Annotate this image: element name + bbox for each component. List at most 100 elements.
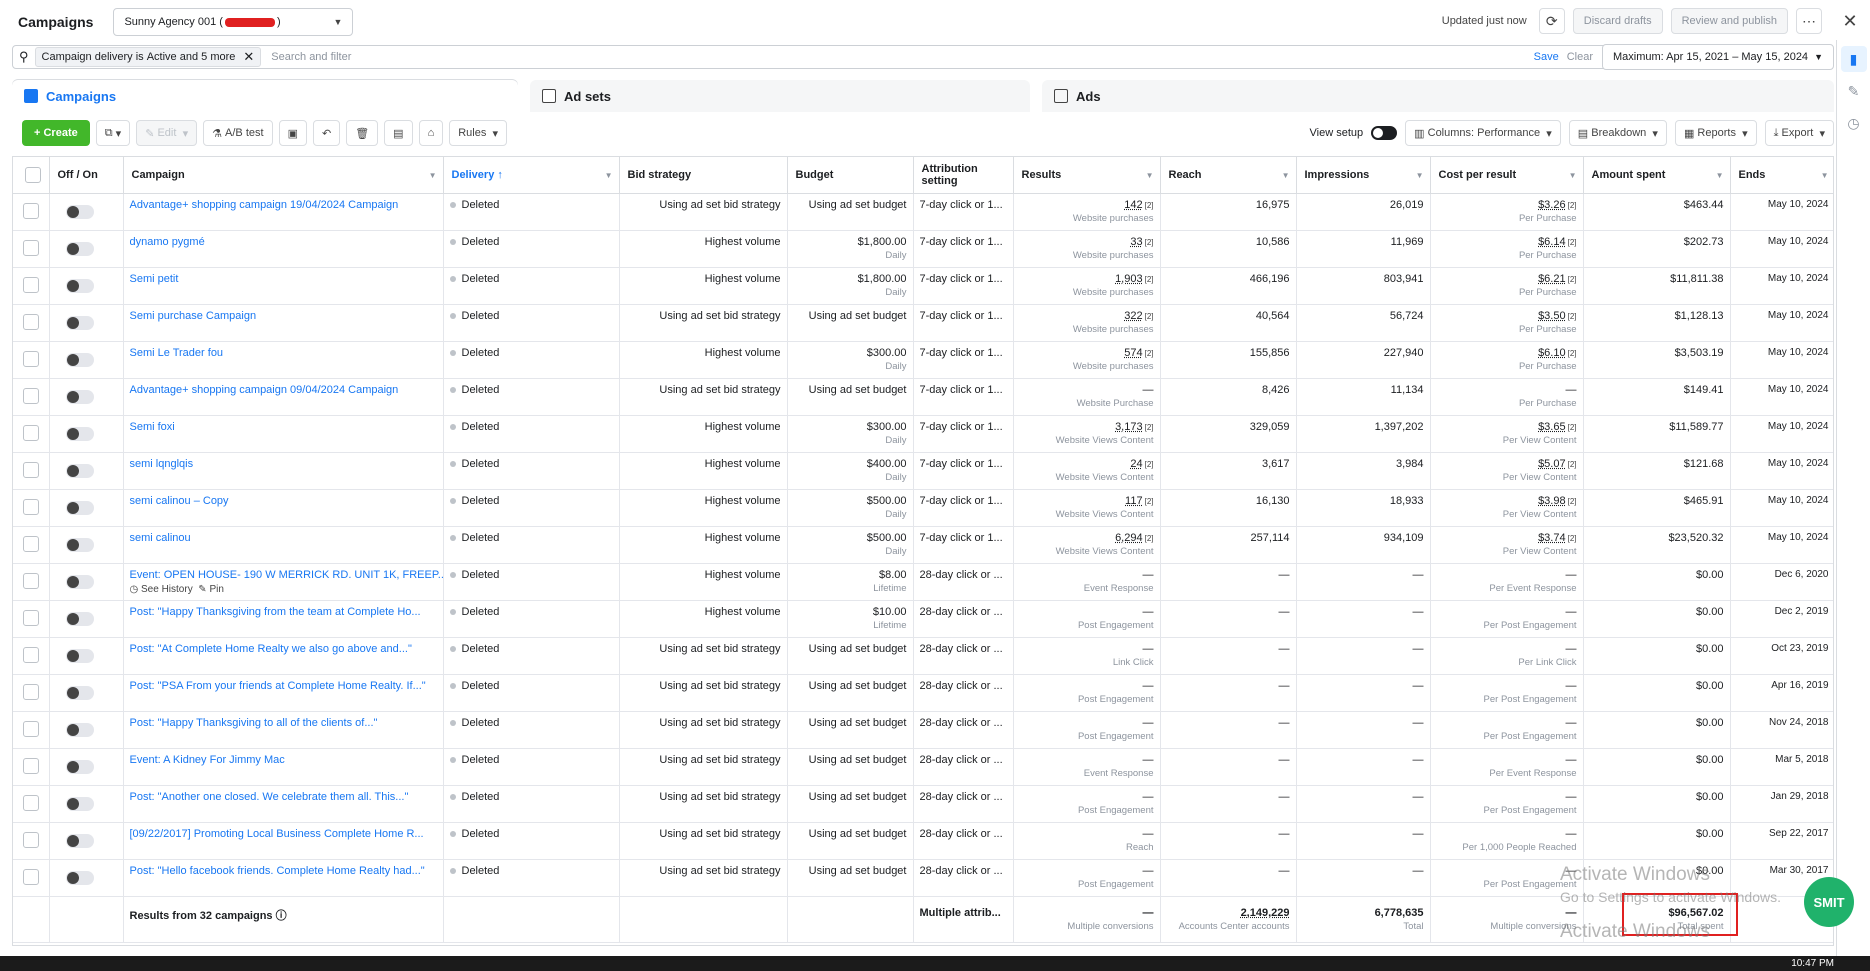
campaign-name-link[interactable]: [09/22/2017] Promoting Local Business Co… [130,828,437,840]
row-checkbox[interactable] [23,350,39,367]
header-reach[interactable]: Reach ▼ [1160,157,1297,194]
campaign-name-link[interactable]: semi calinou [130,532,437,544]
campaign-toggle[interactable] [65,870,94,885]
campaign-toggle[interactable] [65,611,94,626]
campaign-name-link[interactable]: dynamo pygmé [130,236,437,248]
table-row[interactable]: Post: "Another one closed. We celebrate … [13,785,1833,823]
select-all-header[interactable] [13,157,50,194]
table-row[interactable]: Advantage+ shopping campaign 19/04/2024 … [13,193,1833,231]
close-button[interactable]: ✕ [1830,8,1870,34]
duplicate-button[interactable]: ⧉ ▾ [95,120,131,146]
row-checkbox[interactable] [23,387,39,404]
campaign-name-link[interactable]: Advantage+ shopping campaign 09/04/2024 … [130,384,437,396]
ab-test-button[interactable]: ⚗ A/B test [203,120,273,146]
export-button[interactable]: ⤓ Export ▾ [1764,120,1834,146]
pencil-icon[interactable]: ✎ [1841,78,1867,104]
campaign-name-link[interactable]: Post: "Hello facebook friends. Complete … [130,865,437,877]
table-row[interactable]: semi lqnglqis Deleted Highest volume $400.0… [13,452,1833,490]
campaign-toggle[interactable] [65,796,94,811]
table-row[interactable]: Semi Le Trader fou Deleted Highest volume $… [13,341,1833,379]
row-checkbox[interactable] [23,868,39,885]
tag-button[interactable]: ⌂ [418,120,444,146]
refresh-button[interactable]: ⟳ [1538,8,1565,34]
tab-adsets[interactable]: Ad sets [530,80,1030,112]
header-bid-strategy[interactable]: Bid strategy [619,157,788,194]
campaign-toggle[interactable] [65,759,94,774]
history-icon[interactable]: ◷ [1841,110,1867,136]
chart-icon[interactable]: ▮ [1840,46,1867,72]
table-row[interactable]: Advantage+ shopping campaign 09/04/2024 … [13,378,1833,416]
reports-button[interactable]: ▦ Reports ▾ [1674,120,1757,146]
campaign-name-link[interactable]: Post: "PSA From your friends at Complete… [130,680,437,692]
pin-link[interactable]: Pin [209,584,223,595]
row-checkbox[interactable] [23,535,39,552]
table-row[interactable]: Semi purchase Campaign Deleted Using ad se… [13,304,1833,342]
review-publish-button[interactable]: Review and publish [1670,8,1788,34]
create-button[interactable]: + Create [22,120,90,146]
row-checkbox[interactable] [23,720,39,737]
campaign-name-link[interactable]: Post: "Happy Thanksgiving to all of the … [130,717,437,729]
table-row[interactable]: semi calinou – Copy Deleted Highest volume… [13,489,1833,527]
table-row[interactable]: Post: "PSA From your friends at Complete… [13,674,1833,712]
info-icon[interactable]: ⓘ [276,910,287,922]
row-checkbox[interactable] [23,461,39,478]
see-history-link[interactable]: See History [141,584,193,595]
preview-button[interactable]: ▤ [384,120,413,146]
tab-ads[interactable]: Ads [1042,80,1834,112]
header-attribution[interactable]: Attribution setting [913,157,1014,194]
smit-badge[interactable]: SMIT [1804,877,1854,927]
row-checkbox[interactable] [23,683,39,700]
campaign-name-link[interactable]: Post: "Happy Thanksgiving from the team … [130,606,437,618]
row-checkbox[interactable] [23,794,39,811]
campaign-name-link[interactable]: Semi petit [130,273,437,285]
select-all-checkbox[interactable] [25,167,41,184]
campaign-name-link[interactable]: Semi foxi [130,421,437,433]
account-selector[interactable]: Sunny Agency 001 ( ) ▼ [113,8,354,36]
table-row[interactable]: semi calinou Deleted Highest volume $500.00… [13,526,1833,564]
header-budget[interactable]: Budget [787,157,914,194]
row-checkbox[interactable] [23,831,39,848]
row-checkbox[interactable] [23,239,39,256]
campaign-toggle[interactable] [65,833,94,848]
edit-button[interactable]: ✎ Edit ▾ [136,120,198,146]
columns-button[interactable]: ▥ Columns: Performance ▾ [1405,120,1561,146]
rules-button[interactable]: Rules ▾ [449,120,507,146]
close-icon[interactable]: ✕ [243,49,254,65]
more-button[interactable]: ⋯ [1796,8,1822,34]
header-amount-spent[interactable]: Amount spent ▼ [1583,157,1731,194]
campaign-name-link[interactable]: Advantage+ shopping campaign 19/04/2024 … [130,199,437,211]
row-checkbox[interactable] [23,202,39,219]
table-row[interactable]: [09/22/2017] Promoting Local Business Co… [13,822,1833,860]
campaign-toggle[interactable] [65,204,94,219]
view-setup-toggle[interactable] [1371,126,1398,140]
tab-campaigns[interactable]: Campaigns [12,80,518,112]
campaign-toggle[interactable] [65,500,94,515]
header-impressions[interactable]: Impressions ▼ [1296,157,1431,194]
date-range-picker[interactable]: Maximum: Apr 15, 2021 – May 15, 2024 ▼ [1602,44,1834,70]
campaign-toggle[interactable] [65,315,94,330]
campaign-name-link[interactable]: Event: OPEN HOUSE- 190 W MERRICK RD. UNI… [130,569,443,581]
campaign-toggle[interactable] [65,241,94,256]
table-row[interactable]: Post: "At Complete Home Realty we also g… [13,637,1833,675]
campaign-toggle[interactable] [65,722,94,737]
filter-save-link[interactable]: Save [1534,51,1559,63]
campaign-toggle[interactable] [65,537,94,552]
campaign-name-link[interactable]: Event: A Kidney For Jimmy Mac [130,754,437,766]
header-campaign[interactable]: Campaign ▼ [123,157,444,194]
campaign-toggle[interactable] [65,463,94,478]
campaign-name-link[interactable]: Semi Le Trader fou [130,347,437,359]
header-off-on[interactable]: Off / On [49,157,124,194]
table-row[interactable]: Event: A Kidney For Jimmy Mac Deleted Usin… [13,748,1833,786]
filter-chip[interactable]: Campaign delivery is Active and 5 more ✕ [34,47,262,67]
row-checkbox[interactable] [23,646,39,663]
campaign-name-link[interactable]: semi lqnglqis [130,458,437,470]
table-row[interactable]: Post: "Happy Thanksgiving from the team … [13,600,1833,638]
campaign-toggle[interactable] [65,574,94,589]
campaign-name-link[interactable]: Post: "Another one closed. We celebrate … [130,791,437,803]
row-checkbox[interactable] [23,498,39,515]
row-checkbox[interactable] [23,313,39,330]
table-row[interactable]: Post: "Happy Thanksgiving to all of the … [13,711,1833,749]
row-checkbox[interactable] [23,609,39,626]
row-checkbox[interactable] [23,572,39,589]
discard-drafts-button[interactable]: Discard drafts [1572,8,1663,34]
